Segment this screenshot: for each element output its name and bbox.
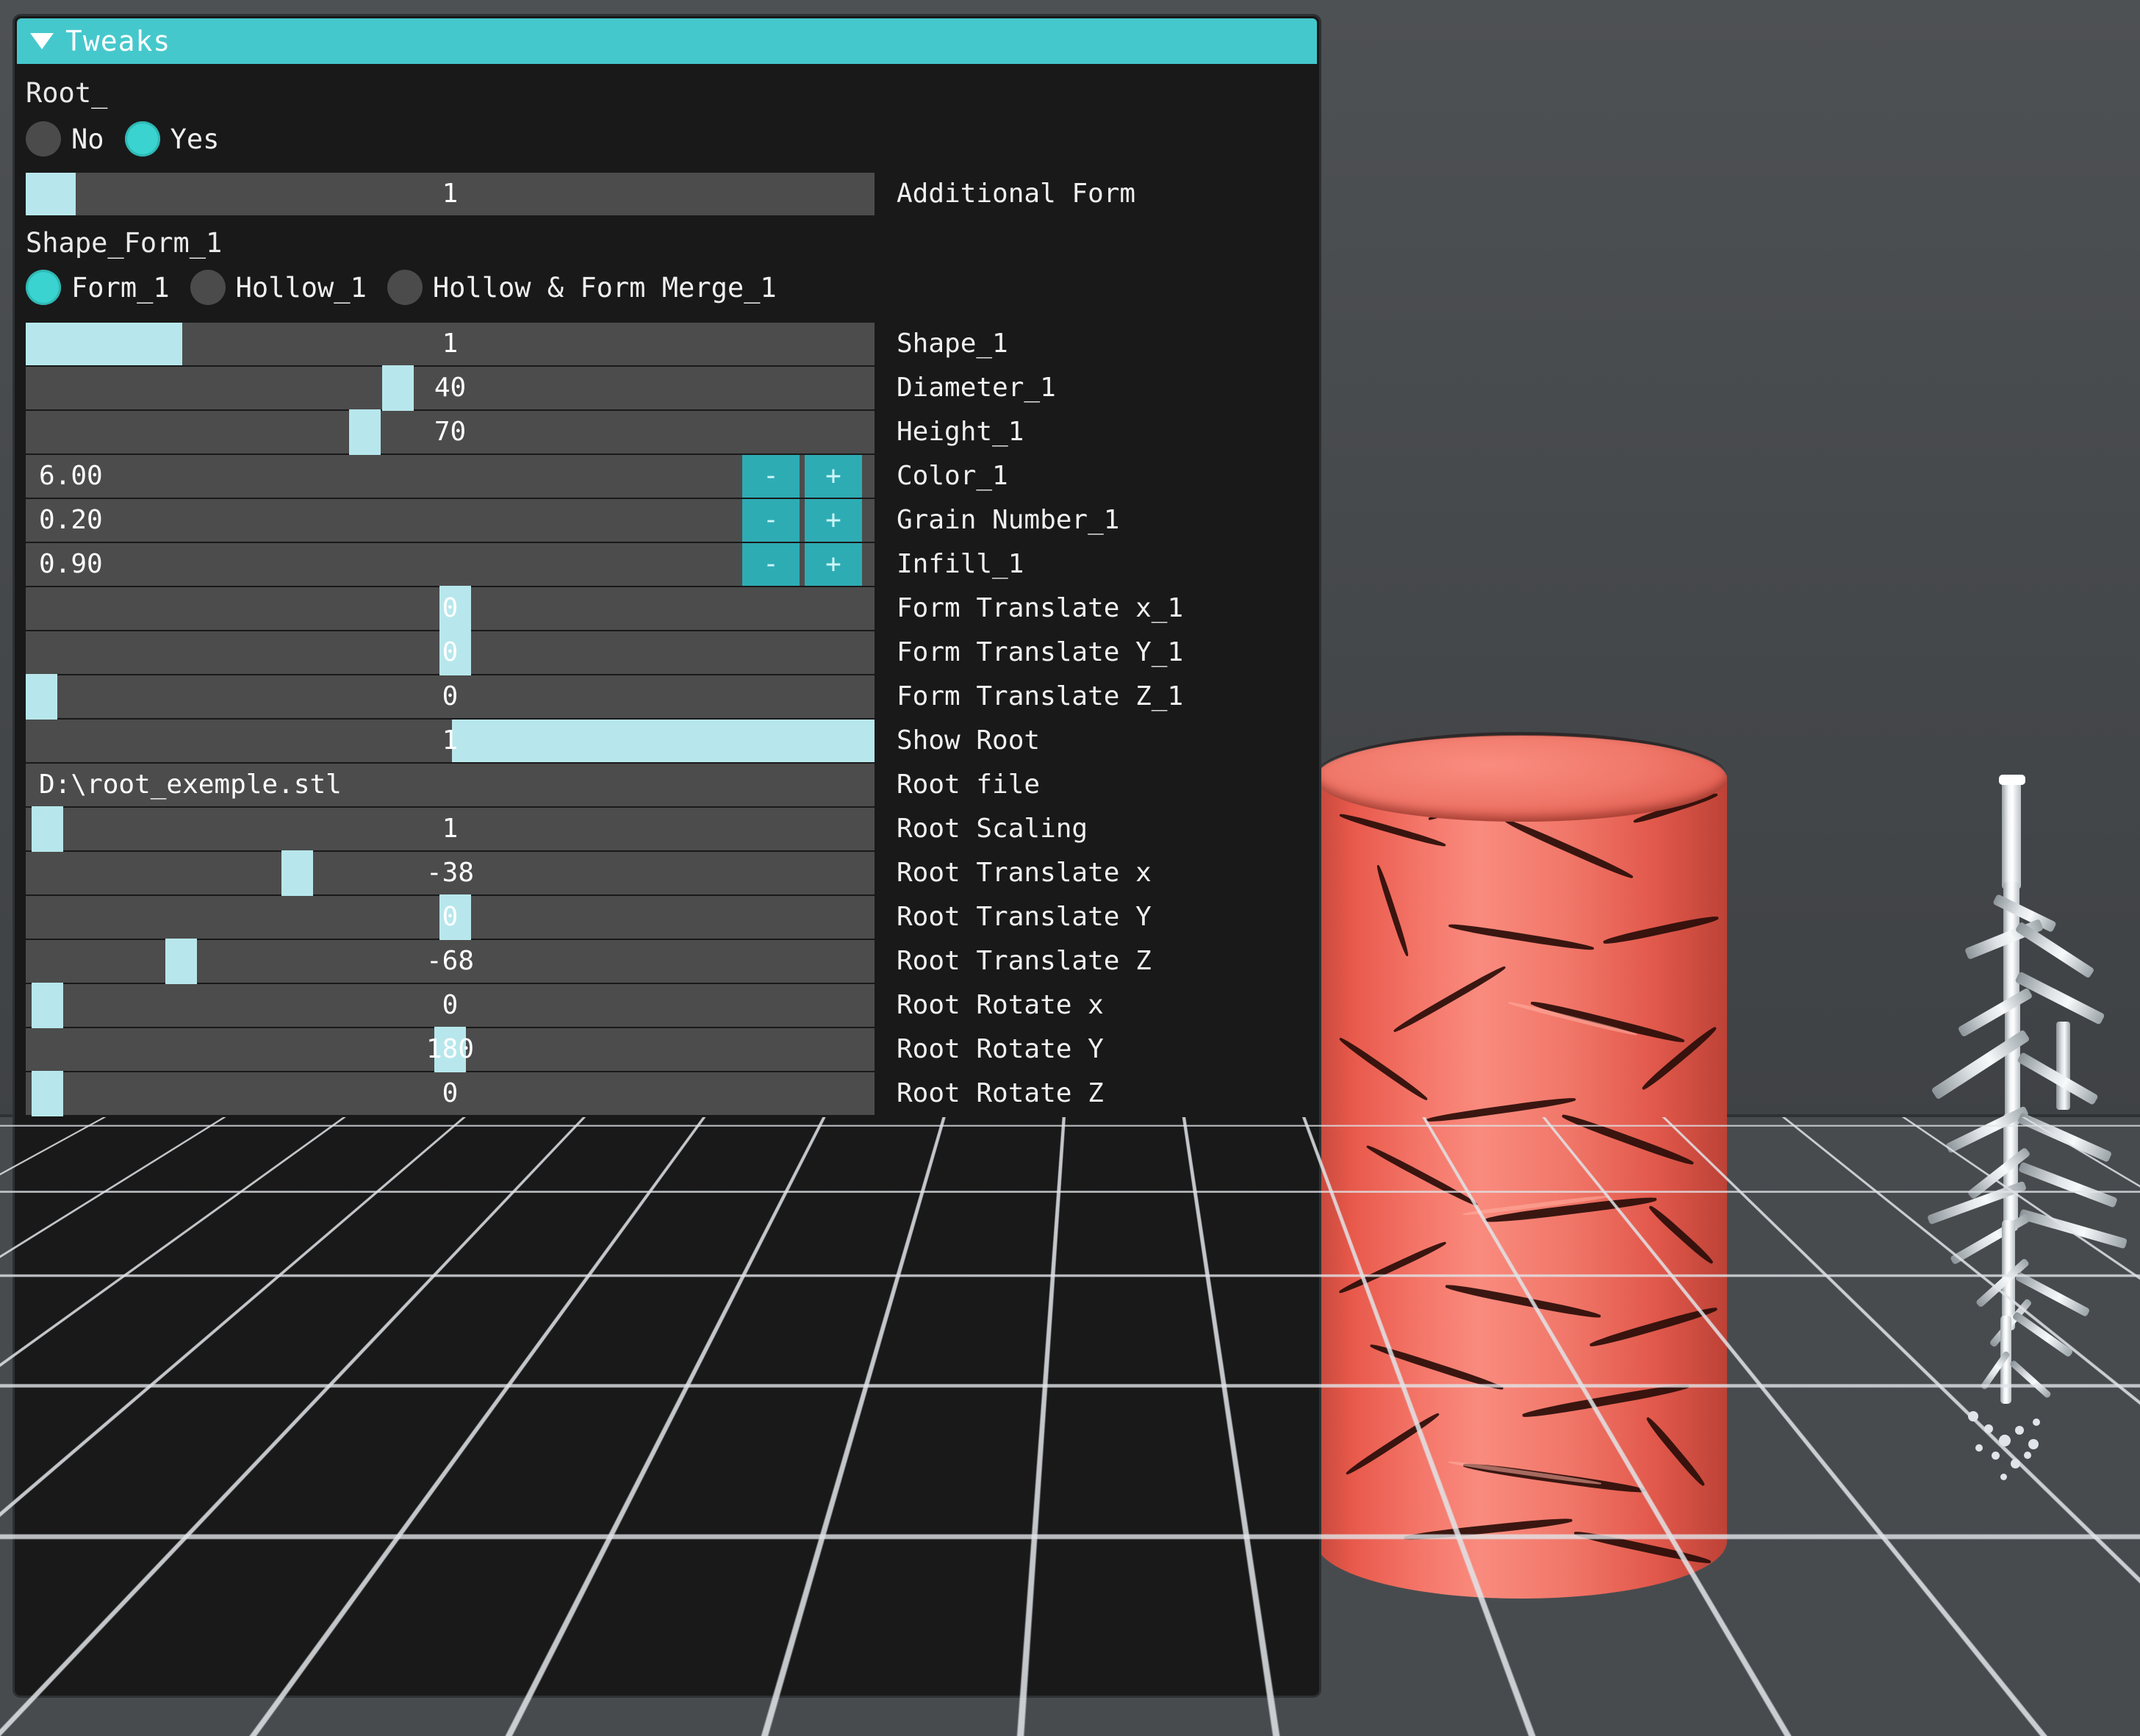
- row-label: Form Translate Y_1: [897, 637, 1184, 667]
- row-value: 40: [434, 373, 467, 403]
- row-value: 1: [442, 179, 459, 209]
- radio-hollow-form-merge-1-label: Hollow & Form Merge_1: [432, 271, 777, 304]
- increment-button[interactable]: +: [805, 543, 862, 586]
- decrement-button[interactable]: -: [742, 455, 800, 498]
- row-label: Grain Number_1: [897, 505, 1120, 535]
- panel-body: Root_ No Yes 1 Additional Form Shape_For…: [17, 64, 1317, 1693]
- row-label: Root Rotate Y: [897, 1034, 1104, 1064]
- row-value: 1: [442, 814, 459, 844]
- root-file-input[interactable]: D:\root_exemple.stl: [26, 764, 834, 806]
- group-label-shape-form: Shape_Form_1: [26, 227, 223, 259]
- decrement-button[interactable]: -: [742, 499, 800, 542]
- row-label: Root Rotate x: [897, 990, 1104, 1020]
- radio-yes[interactable]: [124, 121, 160, 157]
- row-label: Form Translate x_1: [897, 593, 1184, 623]
- row-value: 70: [434, 417, 467, 447]
- row-label: Form Translate Z_1: [897, 681, 1184, 711]
- radio-hollow-1-label: Hollow_1: [235, 271, 367, 304]
- radio-form-1[interactable]: [26, 270, 61, 305]
- radio-no-label: No: [71, 123, 104, 155]
- row-label: Root Scaling: [897, 814, 1088, 844]
- row-label: Diameter_1: [897, 373, 1056, 403]
- radio-no[interactable]: [26, 121, 61, 157]
- cylinder-top-edge: [1315, 732, 1727, 819]
- row-label: Show Root: [897, 725, 1041, 756]
- row-label: Height_1: [897, 417, 1024, 447]
- row-label: Root Translate Z: [897, 946, 1152, 976]
- row-label: Root Translate x: [897, 858, 1152, 888]
- form-cylinder[interactable]: [1315, 732, 1727, 1610]
- row-label: Root file: [897, 770, 1041, 800]
- panel-title: Tweaks: [65, 25, 171, 57]
- row-value: -38: [426, 858, 475, 888]
- row-value: 0: [442, 681, 459, 711]
- cylinder-body: [1315, 775, 1727, 1599]
- row-label: Shape_1: [897, 329, 1008, 359]
- row-value: 0.20: [39, 505, 103, 535]
- row-value: 6.00: [39, 461, 103, 491]
- row-value: 0: [442, 1078, 459, 1108]
- row-value: 0: [442, 593, 459, 623]
- radio-hollow-form-merge-1[interactable]: [387, 270, 423, 305]
- row-value: -68: [426, 946, 475, 976]
- row-value: 0: [442, 637, 459, 667]
- row-value: 0: [442, 902, 459, 932]
- increment-button[interactable]: +: [805, 455, 862, 498]
- row-value: 0: [442, 990, 459, 1020]
- row-value: 1: [442, 329, 459, 359]
- shape-form-radio-group[interactable]: Form_1 Hollow_1 Hollow & Form Merge_1: [26, 270, 797, 305]
- panel-titlebar[interactable]: Tweaks: [17, 18, 1317, 64]
- root-radio-group[interactable]: No Yes: [26, 121, 240, 157]
- row-value: 180: [426, 1034, 475, 1064]
- tweaks-panel[interactable]: Tweaks Root_ No Yes 1 Additional Form Sh…: [15, 16, 1319, 1696]
- row-value: 1: [442, 725, 459, 756]
- radio-form-1-label: Form_1: [71, 271, 170, 304]
- row-label: Additional Form: [897, 179, 1136, 209]
- row-label: Root Translate Y: [897, 902, 1152, 932]
- group-label-root: Root_: [26, 77, 108, 109]
- row-label: Color_1: [897, 461, 1008, 491]
- row-value: 0.90: [39, 549, 103, 579]
- root-model[interactable]: [1881, 775, 2140, 1565]
- row-label: Infill_1: [897, 549, 1024, 579]
- row-label: Root Rotate Z: [897, 1078, 1104, 1108]
- radio-hollow-1[interactable]: [190, 270, 226, 305]
- increment-button[interactable]: +: [805, 499, 862, 542]
- radio-yes-label: Yes: [170, 123, 220, 155]
- triangle-down-icon[interactable]: [30, 33, 54, 49]
- decrement-button[interactable]: -: [742, 543, 800, 586]
